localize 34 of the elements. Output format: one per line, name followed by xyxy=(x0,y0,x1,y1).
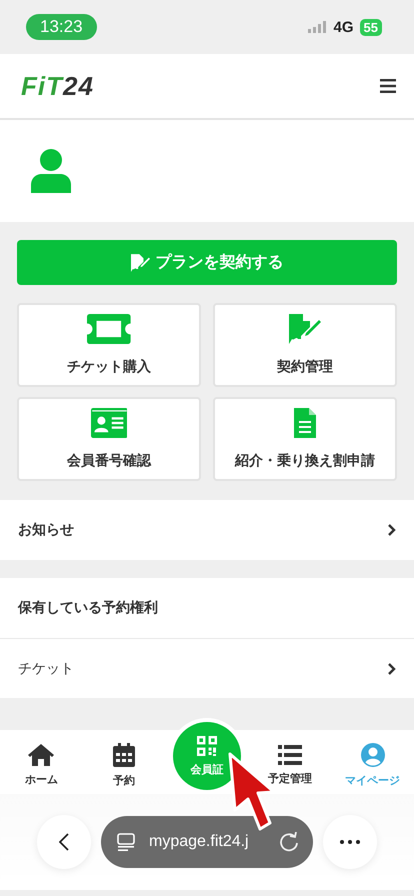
calendar-icon xyxy=(113,742,136,766)
user-icon xyxy=(360,742,385,766)
id-card-icon xyxy=(90,408,128,438)
menu-icon[interactable] xyxy=(380,79,396,93)
more-icon xyxy=(340,840,360,844)
signal-icon xyxy=(308,21,328,33)
chevron-right-icon xyxy=(388,662,396,674)
menu-tile[interactable]: 会員番号確認 xyxy=(17,397,201,481)
page-icon xyxy=(117,833,135,851)
home-icon xyxy=(28,744,54,766)
user-avatar-icon xyxy=(31,149,71,193)
status-time: 13:23 xyxy=(26,14,97,40)
network-type: 4G xyxy=(334,18,354,36)
document-icon xyxy=(294,408,316,438)
chevron-left-icon xyxy=(59,833,69,851)
logo[interactable]: FiT24 xyxy=(21,70,94,102)
menu-tile[interactable]: 紹介・乗り換え割申請 xyxy=(213,397,397,481)
signed-document-icon xyxy=(289,314,321,344)
ticket-icon xyxy=(87,314,131,344)
address-bar[interactable]: mypage.fit24.j xyxy=(101,816,313,868)
list-icon xyxy=(278,744,302,764)
reload-icon xyxy=(279,832,299,852)
list-row[interactable]: チケット xyxy=(0,638,414,698)
list-row[interactable]: お知らせ xyxy=(0,500,414,560)
tab-bar-item[interactable]: ホーム xyxy=(24,744,58,786)
tab-bar-item[interactable]: 予定管理 xyxy=(268,744,312,786)
chevron-right-icon xyxy=(388,524,396,536)
menu-tile[interactable]: 契約管理 xyxy=(213,303,397,387)
section-heading: 保有している予約権利 xyxy=(16,599,159,618)
tab-bar-item[interactable]: 予約 xyxy=(113,742,136,788)
battery-level: 55 xyxy=(360,18,382,36)
menu-tile[interactable]: チケット購入 xyxy=(17,303,201,387)
signed-document-icon xyxy=(130,254,150,272)
qr-code-icon xyxy=(196,736,217,756)
